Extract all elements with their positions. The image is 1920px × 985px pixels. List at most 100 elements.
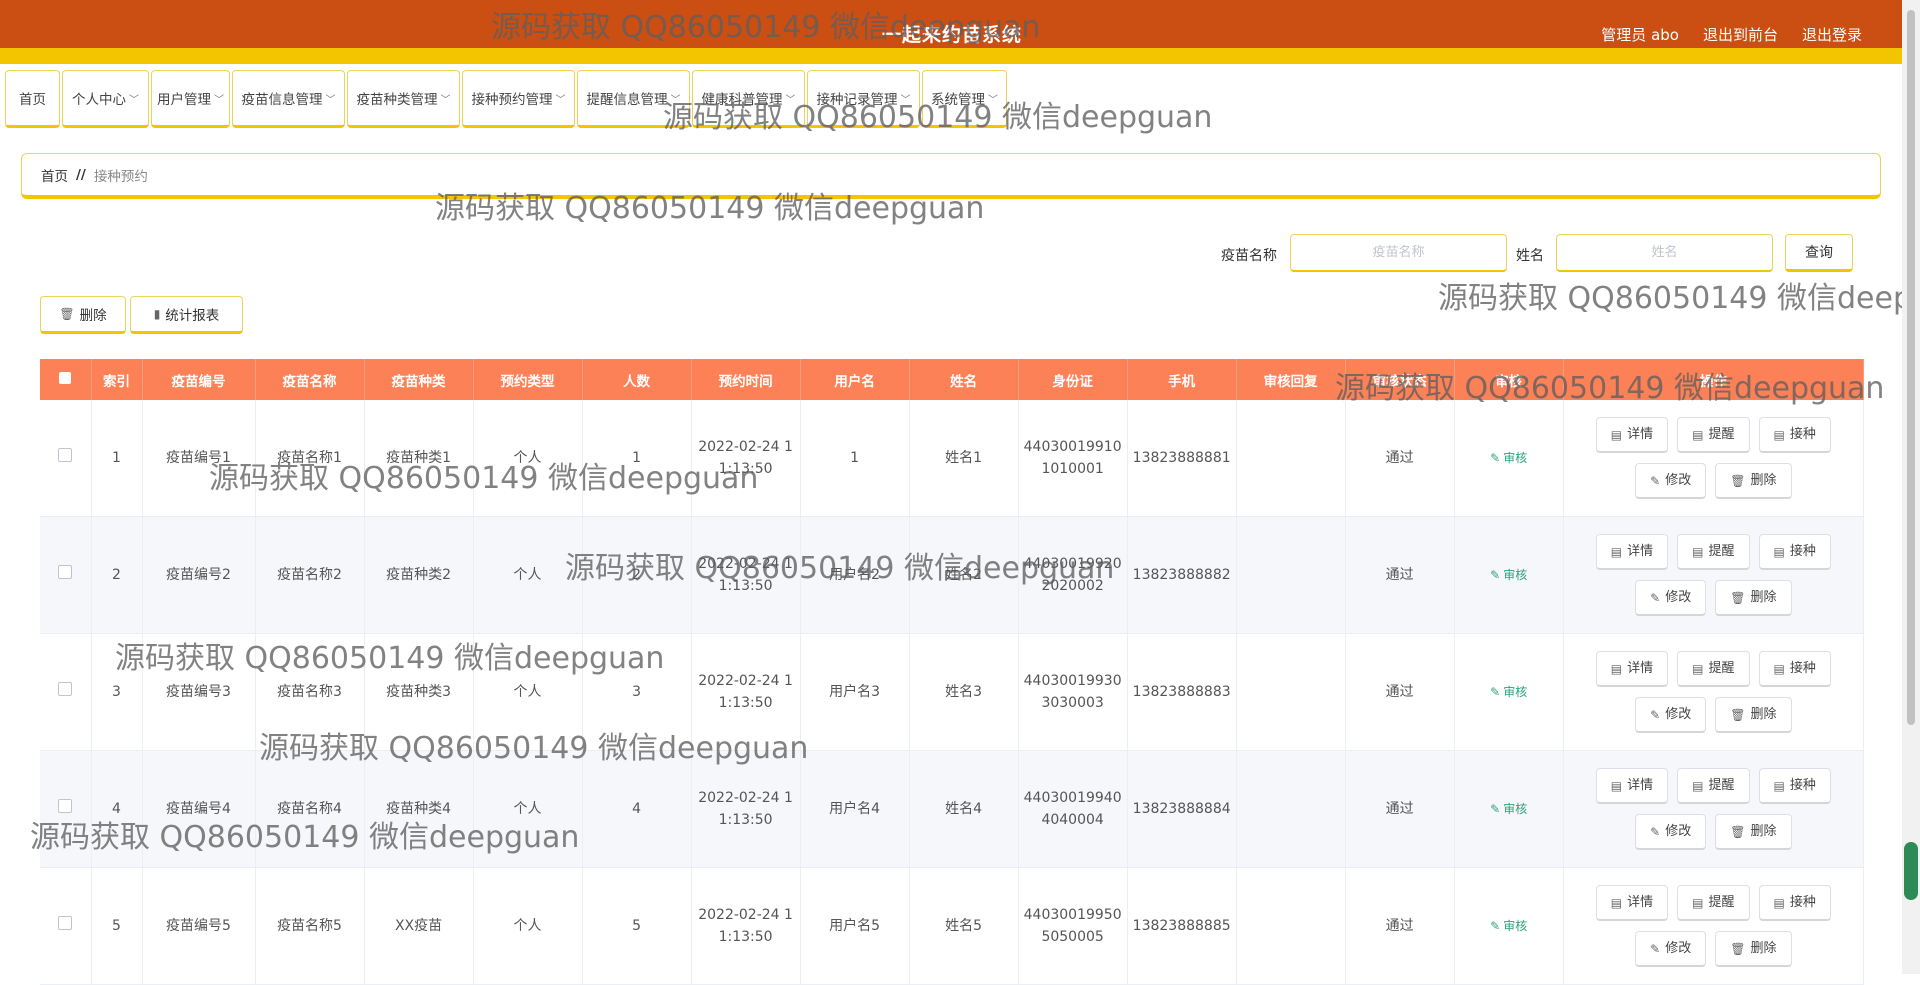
row-select-cell[interactable] [40,516,92,634]
cell-audit-reply [1236,633,1346,751]
audit-link[interactable]: ✎ 审核 [1490,798,1527,820]
cell-username: 用户名5 [800,867,910,985]
vaccine-name-label: 疫苗名称 [1221,248,1277,264]
vaccinate-button[interactable]: ▤ 接种 [1758,534,1831,570]
column-header: 审核回复 [1236,359,1346,400]
select-all-checkbox[interactable] [59,371,72,384]
document-icon: ▤ [1610,427,1623,442]
edit-button[interactable]: ✎ 修改 [1635,580,1707,616]
remind-button[interactable]: ▤ 提醒 [1677,417,1750,453]
cell-id-card: 440300199303030003 [1018,633,1128,751]
menu-item-vaccine-info[interactable]: 疫苗信息管理 ﹀ [232,70,345,128]
exit-to-front-link[interactable]: 退出到前台 [1703,24,1778,45]
edit-icon: ✎ [1490,685,1501,699]
cell-name: 姓名3 [909,633,1019,751]
trash-icon: 🗑 [1730,590,1746,605]
edit-icon: ✎ [1490,451,1501,465]
document-icon: ▤ [1692,661,1704,676]
cell-operations: ▤ 详情 ▤ 提醒 ▤ 接种 ✎ 修改 🗑 删除 [1563,633,1865,751]
document-icon: ▤ [1692,544,1704,559]
audit-link[interactable]: ✎ 审核 [1490,681,1527,703]
remind-button[interactable]: ▤ 提醒 [1677,885,1750,921]
cell-phone: 13823888884 [1127,750,1237,868]
cell-audit-status: 通过 [1345,516,1455,634]
report-button[interactable]: ▮ 统计报表 [130,296,243,334]
delete-button[interactable]: 🗑 删除 [1715,931,1792,967]
menu-item-home[interactable]: 首页 [5,70,60,128]
cell-people-count: 4 [582,750,692,868]
operation-buttons: ▤ 详情 ▤ 提醒 ▤ 接种 ✎ 修改 🗑 删除 [1587,534,1839,616]
detail-button[interactable]: ▤ 详情 [1595,885,1669,921]
watermark: 源码获取 QQ86050149 微信deepguan [115,641,665,676]
logout-link[interactable]: 退出登录 [1802,24,1862,45]
row-checkbox[interactable] [58,565,73,579]
cell-phone: 13823888885 [1127,867,1237,985]
detail-button[interactable]: ▤ 详情 [1595,768,1669,804]
row-checkbox[interactable] [58,916,73,930]
column-header: 用户名 [800,359,910,400]
row-checkbox[interactable] [58,799,73,813]
cell-id-card: 440300199404040004 [1018,750,1128,868]
menu-item-users[interactable]: 用户管理 ﹀ [151,70,230,128]
document-icon: ▤ [1773,778,1785,793]
delete-button[interactable]: 🗑 删除 [1715,697,1792,733]
chevron-down-icon: ﹀ [555,94,566,106]
floating-scroll-handle[interactable] [1904,842,1918,900]
delete-button[interactable]: 🗑 删除 [1715,814,1792,850]
audit-link[interactable]: ✎ 审核 [1490,564,1527,586]
edit-button[interactable]: ✎ 修改 [1635,697,1707,733]
menu-item-personal[interactable]: 个人中心 ﹀ [62,70,149,128]
remind-button[interactable]: ▤ 提醒 [1677,651,1750,687]
detail-button[interactable]: ▤ 详情 [1595,651,1669,687]
cell-audit: ✎ 审核 [1454,400,1564,517]
cell-phone: 13823888883 [1127,633,1237,751]
vaccine-name-input[interactable] [1290,234,1507,272]
audit-link[interactable]: ✎ 审核 [1490,915,1527,937]
edit-button[interactable]: ✎ 修改 [1635,931,1707,967]
vaccinate-button[interactable]: ▤ 接种 [1758,885,1831,921]
cell-audit: ✎ 审核 [1454,516,1564,634]
watermark: 源码获取 QQ86050149 微信deepguan [491,10,1041,45]
edit-icon: ✎ [1490,919,1501,933]
row-select-cell[interactable] [40,633,92,751]
remind-button[interactable]: ▤ 提醒 [1677,768,1750,804]
delete-button[interactable]: 🗑 删除 [1715,580,1792,616]
cell-appointment-time: 2022-02-24 11:13:50 [691,750,801,868]
delete-button[interactable]: 🗑 删除 [1715,463,1792,499]
name-input[interactable] [1556,234,1773,272]
cell-audit-reply [1236,750,1346,868]
cell-username: 用户名3 [800,633,910,751]
cell-index: 1 [91,400,143,517]
menu-item-appointment[interactable]: 接种预约管理 ﹀ [462,70,575,128]
row-checkbox[interactable] [58,448,73,462]
cell-name: 姓名1 [909,400,1019,517]
row-select-cell[interactable] [40,867,92,985]
cell-audit-reply [1236,516,1346,634]
cell-audit-reply [1236,867,1346,985]
document-icon: ▤ [1773,427,1785,442]
vaccinate-button[interactable]: ▤ 接种 [1758,417,1831,453]
scrollbar-thumb[interactable] [1907,10,1915,725]
batch-delete-button[interactable]: 🗑 删除 [40,296,126,334]
edit-button[interactable]: ✎ 修改 [1635,463,1707,499]
trash-icon: 🗑 [1730,824,1746,839]
detail-button[interactable]: ▤ 详情 [1595,417,1669,453]
chevron-down-icon: ﹀ [325,94,336,106]
document-icon: ▤ [1610,778,1623,793]
operation-buttons: ▤ 详情 ▤ 提醒 ▤ 接种 ✎ 修改 🗑 删除 [1587,417,1839,499]
edit-button[interactable]: ✎ 修改 [1635,814,1707,850]
remind-button[interactable]: ▤ 提醒 [1677,534,1750,570]
edit-icon: ✎ [1650,473,1661,488]
row-select-cell[interactable] [40,400,92,517]
vaccinate-button[interactable]: ▤ 接种 [1758,651,1831,687]
query-button[interactable]: 查询 [1785,234,1853,272]
select-all-header[interactable] [40,359,92,400]
vaccinate-button[interactable]: ▤ 接种 [1758,768,1831,804]
detail-button[interactable]: ▤ 详情 [1595,534,1669,570]
menu-item-vaccine-type[interactable]: 疫苗种类管理 ﹀ [347,70,460,128]
audit-link[interactable]: ✎ 审核 [1490,447,1527,469]
breadcrumb-home[interactable]: 首页 [41,165,68,185]
watermark: 源码获取 QQ86050149 微信deepguan [663,100,1213,135]
cell-phone: 13823888882 [1127,516,1237,634]
row-checkbox[interactable] [58,682,73,696]
